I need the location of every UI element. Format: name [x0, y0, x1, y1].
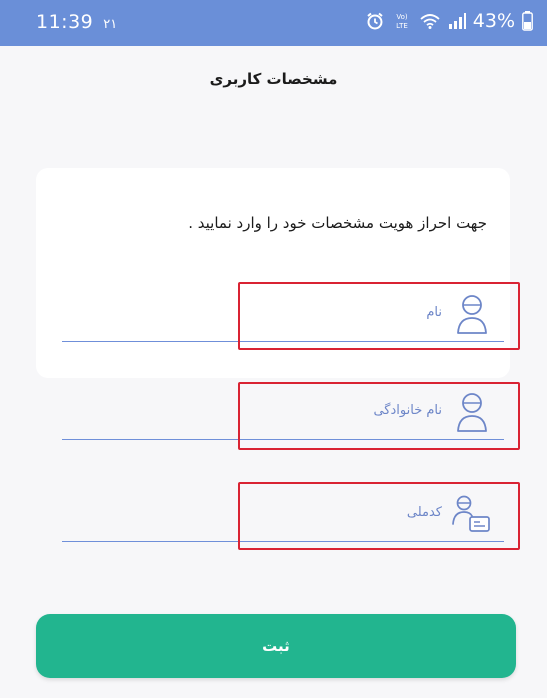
status-left: 11:39 ۲۱ — [36, 11, 117, 33]
status-time: 11:39 — [36, 11, 94, 33]
first-name-input[interactable] — [62, 286, 394, 341]
alarm-icon — [365, 11, 385, 31]
user-icon — [450, 292, 494, 336]
last-name-label: نام خانوادگی — [373, 403, 442, 418]
instruction-text: جهت احراز هویت مشخصات خود را وارد نمایید… — [188, 214, 487, 232]
first-name-label: نام — [426, 305, 442, 320]
status-right: Vo) LTE 43% — [365, 10, 533, 32]
first-name-underline — [62, 341, 504, 342]
page-title: مشخصات کاربری — [209, 70, 338, 88]
first-name-field[interactable]: نام — [62, 286, 504, 342]
user-icon — [450, 390, 494, 434]
battery-icon — [522, 11, 533, 31]
signal-icon — [448, 12, 466, 30]
id-card-icon — [450, 492, 494, 536]
status-bar: 11:39 ۲۱ Vo) LTE 43% — [0, 0, 547, 46]
wifi-icon — [419, 12, 441, 30]
svg-text:LTE: LTE — [396, 22, 408, 30]
national-code-label: کدملی — [406, 505, 442, 520]
national-code-underline — [62, 541, 504, 542]
battery-percent: 43% — [472, 10, 515, 32]
svg-text:Vo): Vo) — [396, 13, 408, 21]
notification-count: ۲۱ — [103, 17, 118, 32]
submit-button[interactable]: ثبت — [36, 614, 516, 678]
national-code-field[interactable]: کدملی — [62, 486, 504, 542]
last-name-underline — [62, 439, 504, 440]
volte-icon: Vo) LTE — [392, 11, 412, 31]
national-code-input[interactable] — [62, 486, 394, 541]
last-name-field[interactable]: نام خانوادگی — [62, 384, 504, 440]
form-card — [36, 168, 510, 378]
last-name-input[interactable] — [62, 384, 394, 439]
